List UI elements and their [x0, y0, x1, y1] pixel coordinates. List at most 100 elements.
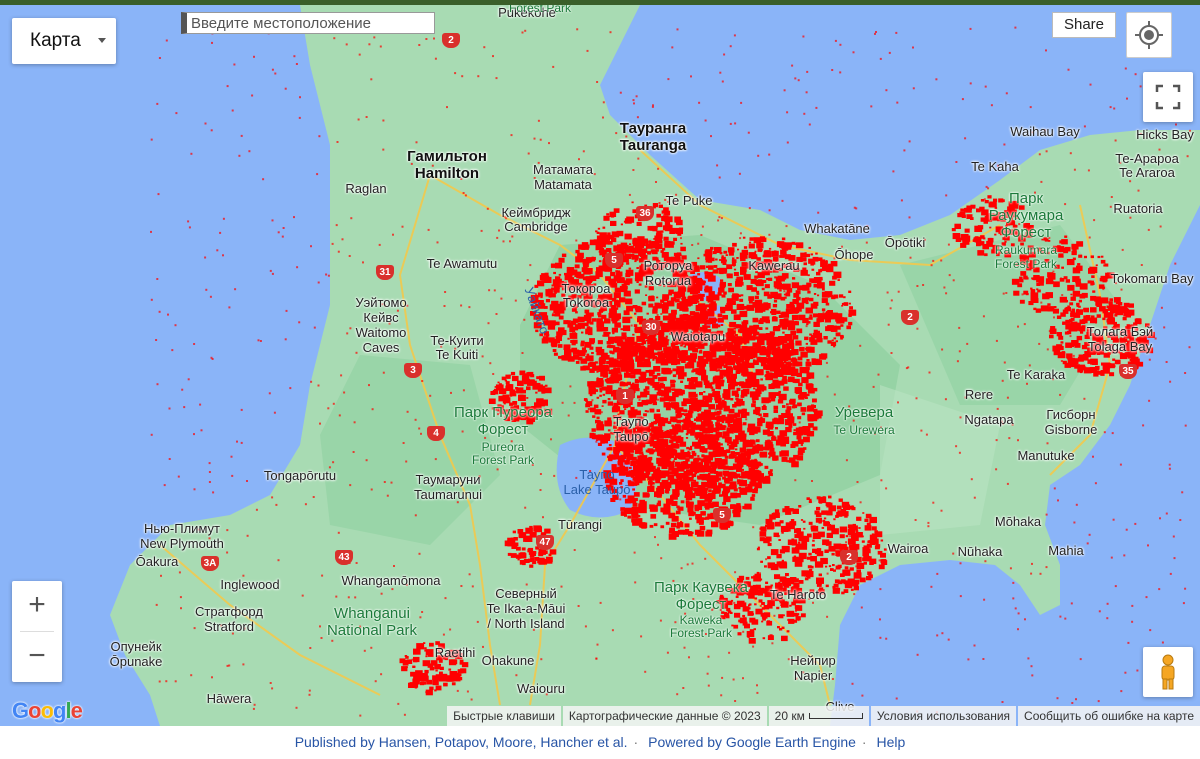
forest-loss-patch: [1051, 281, 1054, 283]
forest-loss-patch: [812, 398, 817, 403]
forest-loss-patch: [667, 357, 675, 364]
forest-loss-patch: [722, 459, 728, 464]
forest-loss-patch: [602, 393, 606, 396]
forest-loss-patch: [567, 337, 570, 340]
forest-loss-patch: [658, 204, 663, 208]
forest-loss-patch: [825, 260, 828, 262]
forest-loss-patch: [585, 410, 589, 413]
forest-loss-patch: [1081, 292, 1088, 298]
forest-loss-patch: [713, 265, 718, 268]
forest-loss-patch: [1095, 264, 1098, 266]
forest-loss-patch: [755, 389, 762, 395]
forest-loss-patch: [710, 353, 714, 357]
forest-loss-patch: [680, 344, 683, 347]
forest-loss-patch: [784, 506, 790, 510]
forest-loss-patch: [769, 400, 772, 402]
forest-loss-patch: [701, 454, 705, 457]
forest-loss-patch: [771, 435, 776, 439]
forest-loss-patch: [616, 278, 621, 283]
forest-loss-patch: [625, 278, 633, 284]
forest-loss-patch: [644, 670, 647, 673]
forest-loss-patch: [690, 377, 698, 383]
forest-loss-patch: [739, 353, 746, 358]
forest-loss-patch: [874, 530, 878, 534]
forest-loss-patch: [690, 421, 694, 423]
forest-loss-patch: [655, 249, 659, 252]
forest-loss-patch: [692, 294, 699, 300]
forest-loss-patch: [733, 452, 736, 455]
forest-loss-patch: [809, 333, 812, 336]
forest-loss-patch: [779, 435, 782, 438]
forest-loss-patch: [646, 399, 652, 405]
forest-loss-patch: [701, 478, 704, 481]
forest-loss-patch: [1001, 379, 1004, 382]
forest-loss-patch: [681, 297, 683, 300]
forest-loss-patch: [609, 308, 617, 315]
forest-loss-patch: [1084, 255, 1087, 259]
forest-loss-patch: [666, 397, 671, 402]
forest-loss-patch: [945, 292, 948, 295]
forest-loss-patch: [839, 534, 845, 539]
forest-loss-patch: [748, 296, 755, 301]
forest-loss-patch: [1070, 317, 1075, 321]
forest-loss-patch: [851, 581, 859, 587]
forest-loss-patch: [410, 671, 417, 677]
forest-loss-patch: [799, 367, 808, 374]
forest-loss-patch: [1109, 205, 1112, 208]
forest-loss-patch: [413, 648, 421, 655]
map-canvas[interactable]: Pukekohe Forest Park Гамильтон Hamilton …: [0, 5, 1200, 726]
forest-loss-patch: [766, 333, 772, 338]
forest-loss-patch: [725, 456, 728, 459]
forest-loss-patch: [833, 583, 839, 588]
forest-loss-patch: [791, 282, 800, 289]
forest-loss-patch: [420, 681, 425, 686]
forest-loss-patch: [1001, 199, 1005, 203]
forest-loss-patch: [335, 595, 338, 598]
forest-loss-patch: [790, 416, 795, 420]
forest-loss-patch: [839, 71, 842, 74]
forest-loss-patch: [758, 599, 763, 603]
forest-loss-patch: [783, 290, 786, 293]
forest-loss-patch: [755, 439, 760, 443]
forest-loss-patch: [640, 265, 642, 267]
forest-loss-patch: [690, 358, 697, 363]
forest-loss-patch: [1091, 275, 1095, 278]
forest-loss-patch: [1038, 342, 1041, 345]
forest-loss-patch: [772, 347, 776, 350]
forest-loss-patch: [767, 635, 774, 640]
forest-loss-patch: [625, 298, 633, 305]
forest-loss-patch: [755, 343, 761, 348]
forest-loss-patch: [721, 80, 724, 83]
forest-loss-patch: [785, 225, 788, 228]
forest-loss-patch: [775, 427, 778, 430]
forest-loss-patch: [661, 308, 669, 314]
forest-loss-patch: [1097, 700, 1100, 703]
forest-loss-patch: [807, 346, 815, 353]
forest-loss-patch: [446, 106, 448, 109]
forest-loss-patch: [317, 384, 320, 387]
forest-loss-patch: [654, 384, 662, 391]
forest-loss-patch: [1072, 276, 1080, 282]
forest-loss-patch: [677, 307, 680, 309]
forest-loss-patch: [761, 397, 769, 404]
forest-loss-patch: [1123, 306, 1126, 309]
forest-loss-patch: [743, 320, 749, 325]
forest-loss-patch: [544, 387, 552, 394]
forest-loss-patch: [1124, 67, 1127, 70]
forest-loss-patch: [1049, 334, 1054, 339]
forest-loss-patch: [620, 328, 623, 331]
forest-loss-patch: [773, 409, 778, 413]
forest-loss-patch: [1019, 276, 1023, 280]
forest-loss-patch: [414, 418, 417, 421]
forest-loss-patch: [654, 475, 661, 481]
forest-loss-patch: [613, 208, 620, 213]
forest-loss-patch: [705, 285, 709, 288]
forest-loss-patch: [782, 580, 790, 586]
forest-loss-patch: [583, 243, 587, 247]
forest-loss-patch: [813, 359, 817, 363]
forest-loss-patch: [1038, 153, 1041, 156]
forest-loss-patch: [715, 487, 720, 491]
forest-loss-patch: [693, 393, 698, 398]
forest-loss-patch: [1073, 168, 1076, 171]
forest-loss-patch: [951, 228, 956, 232]
